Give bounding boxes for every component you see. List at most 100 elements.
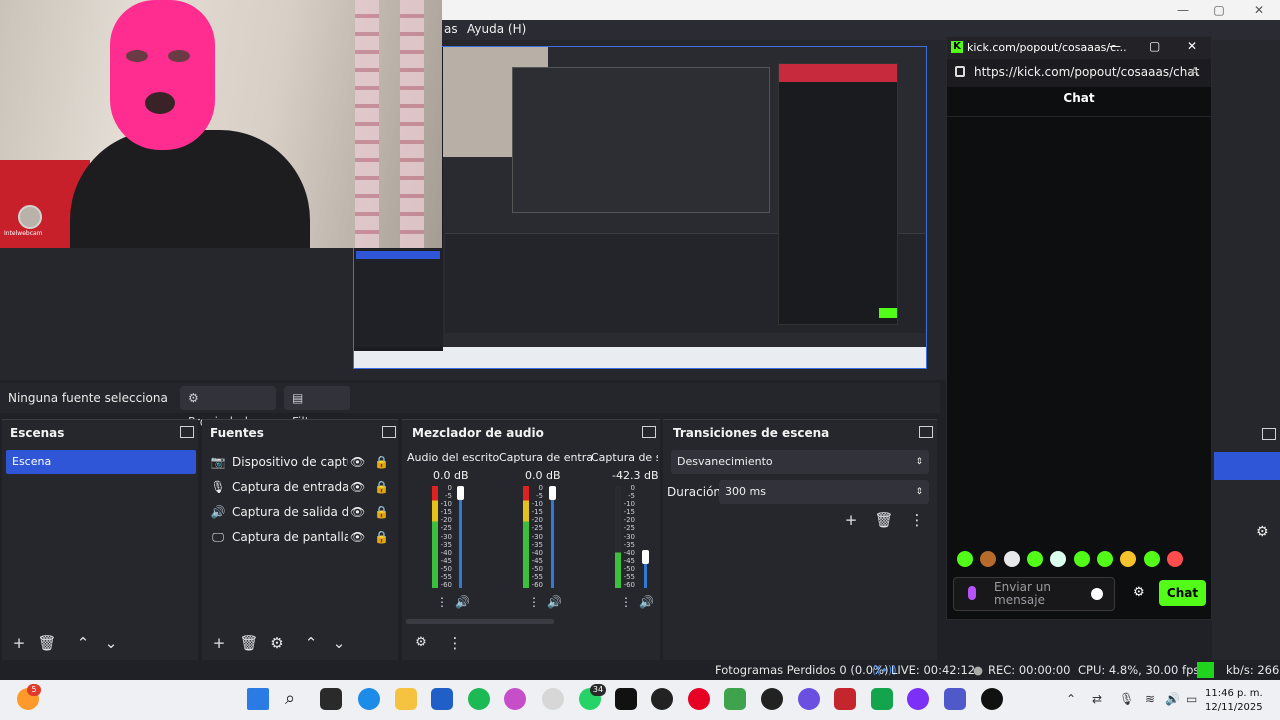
source-row[interactable]: 📷 Dispositivo de captura 👁 🔒 bbox=[210, 451, 390, 473]
emote-icon[interactable] bbox=[980, 551, 996, 567]
app-icon[interactable] bbox=[834, 688, 856, 710]
source-row[interactable]: 🔊 Captura de salida de a 👁 🔒 bbox=[210, 501, 390, 523]
close-button[interactable]: ✕ bbox=[1244, 2, 1274, 18]
filters-button[interactable]: ▤ Filtros bbox=[284, 386, 350, 429]
trash-icon[interactable]: 🗑 bbox=[36, 632, 58, 654]
float-icon[interactable] bbox=[642, 426, 656, 438]
emote-icon[interactable] bbox=[957, 551, 973, 567]
task-view-icon[interactable] bbox=[320, 688, 342, 710]
float-icon[interactable] bbox=[1262, 428, 1276, 440]
add-icon[interactable]: + bbox=[840, 509, 862, 531]
advanced-audio-gear-icon[interactable]: ⚙ bbox=[410, 632, 432, 654]
app-icon[interactable] bbox=[504, 688, 526, 710]
chat-settings-gear-icon[interactable]: ⚙ bbox=[1133, 585, 1145, 600]
store-icon[interactable] bbox=[431, 688, 453, 710]
duration-input[interactable]: 300 ms ⇕ bbox=[719, 480, 929, 504]
chevron-up-icon[interactable]: ⌃ bbox=[300, 632, 322, 654]
volume-track[interactable] bbox=[459, 486, 462, 588]
emote-icon[interactable] bbox=[1167, 551, 1183, 567]
volume-track[interactable] bbox=[551, 486, 554, 588]
chevron-up-icon[interactable]: ⌃ bbox=[72, 632, 94, 654]
capcut-icon[interactable] bbox=[615, 688, 637, 710]
spinner-icon[interactable]: ⇕ bbox=[915, 480, 923, 504]
emote-icon[interactable] bbox=[1074, 551, 1090, 567]
kebab-menu-icon[interactable]: ⋮ bbox=[528, 595, 540, 609]
chat-address-bar[interactable]: https://kick.com/popout/cosaaas/chat A bbox=[947, 59, 1211, 87]
emote-icon[interactable] bbox=[1027, 551, 1043, 567]
lock-icon[interactable]: 🔒 bbox=[374, 476, 389, 498]
volume-icon[interactable]: 🔊 bbox=[1165, 692, 1180, 706]
mic-icon[interactable] bbox=[968, 586, 976, 600]
pinterest-icon[interactable] bbox=[688, 688, 710, 710]
lock-icon[interactable]: 🔒 bbox=[374, 501, 389, 523]
app-icon[interactable] bbox=[761, 688, 783, 710]
speaker-icon[interactable]: 🔊 bbox=[547, 595, 562, 609]
menu-item-partial[interactable]: as bbox=[444, 22, 458, 36]
chat-maximize-button[interactable]: ▢ bbox=[1149, 39, 1160, 53]
source-row[interactable]: 🎙 Captura de entrada au 👁 🔒 bbox=[210, 476, 390, 498]
volume-slider-handle[interactable] bbox=[549, 486, 556, 500]
add-icon[interactable]: + bbox=[8, 632, 30, 654]
float-icon[interactable] bbox=[180, 426, 194, 438]
emoji-icon[interactable] bbox=[1091, 588, 1103, 600]
tray-app-icon[interactable]: ⇄ bbox=[1092, 692, 1102, 706]
app-icon[interactable] bbox=[651, 688, 673, 710]
app-icon[interactable] bbox=[871, 688, 893, 710]
minimize-button[interactable]: — bbox=[1168, 2, 1198, 18]
eye-icon[interactable]: 👁 bbox=[350, 476, 365, 498]
eye-icon[interactable]: 👁 bbox=[350, 526, 365, 548]
right-dock-selected-item[interactable] bbox=[1214, 452, 1280, 480]
eye-icon[interactable]: 👁 bbox=[350, 501, 365, 523]
right-dock-gear-icon[interactable]: ⚙ bbox=[1256, 524, 1269, 540]
search-icon[interactable]: ⌕ bbox=[285, 688, 295, 709]
emote-icon[interactable] bbox=[1120, 551, 1136, 567]
maximize-button[interactable]: ▢ bbox=[1204, 2, 1234, 18]
chat-message-input[interactable]: Enviar un mensaje bbox=[953, 577, 1115, 611]
headphones-icon[interactable] bbox=[907, 688, 929, 710]
file-explorer-icon[interactable] bbox=[395, 688, 417, 710]
volume-slider-handle[interactable] bbox=[457, 486, 464, 500]
emote-icon[interactable] bbox=[1144, 551, 1160, 567]
app-icon[interactable] bbox=[981, 688, 1003, 710]
edge-icon[interactable] bbox=[358, 688, 380, 710]
float-icon[interactable] bbox=[919, 426, 933, 438]
mic-tray-icon[interactable]: 🎙 bbox=[1119, 692, 1134, 706]
kebab-menu-icon[interactable]: ⋮ bbox=[906, 509, 928, 531]
windows-start-icon[interactable] bbox=[247, 688, 269, 710]
add-icon[interactable]: + bbox=[208, 632, 230, 654]
chat-send-button[interactable]: Chat bbox=[1159, 580, 1206, 606]
emote-icon[interactable] bbox=[1004, 551, 1020, 567]
battery-icon[interactable]: ▭ bbox=[1186, 692, 1197, 706]
source-row[interactable]: 🖵 Captura de pantalla 2 👁 🔒 bbox=[210, 526, 390, 548]
obs-icon[interactable] bbox=[542, 688, 564, 710]
gear-icon[interactable]: ⚙ bbox=[266, 632, 288, 654]
eye-icon[interactable]: 👁 bbox=[350, 451, 365, 473]
scene-item[interactable]: Escena bbox=[6, 450, 196, 474]
wifi-icon[interactable]: ≋ bbox=[1145, 692, 1155, 706]
trash-icon[interactable]: 🗑 bbox=[238, 632, 260, 654]
kebab-menu-icon[interactable]: ⋮ bbox=[436, 595, 448, 609]
chevron-down-icon[interactable]: ⌄ bbox=[328, 632, 350, 654]
taskbar-clock[interactable]: 11:46 p. m. 12/11/2025 bbox=[1205, 687, 1263, 715]
mixer-scrollbar[interactable] bbox=[406, 619, 554, 624]
transition-select[interactable]: Desvanecimiento ⇕ bbox=[671, 450, 929, 474]
reader-mode-icon[interactable]: A bbox=[1191, 65, 1199, 78]
lock-icon[interactable]: 🔒 bbox=[374, 526, 389, 548]
speaker-icon[interactable]: 🔊 bbox=[455, 595, 470, 609]
trash-icon[interactable]: 🗑 bbox=[873, 509, 895, 531]
menu-item-help[interactable]: Ayuda (H) bbox=[467, 22, 526, 36]
chat-minimize-button[interactable]: — bbox=[1109, 39, 1121, 53]
chat-close-button[interactable]: ✕ bbox=[1187, 39, 1197, 53]
volume-slider-handle[interactable] bbox=[642, 550, 649, 564]
kebab-menu-icon[interactable]: ⋮ bbox=[444, 632, 466, 654]
chevron-down-icon[interactable]: ⌄ bbox=[100, 632, 122, 654]
properties-button[interactable]: ⚙ Propiedades bbox=[180, 386, 276, 429]
kebab-menu-icon[interactable]: ⋮ bbox=[620, 595, 632, 609]
emote-icon[interactable] bbox=[1050, 551, 1066, 567]
teams-icon[interactable] bbox=[944, 688, 966, 710]
app-icon[interactable] bbox=[798, 688, 820, 710]
app-icon[interactable] bbox=[724, 688, 746, 710]
float-icon[interactable] bbox=[382, 426, 396, 438]
speaker-icon[interactable]: 🔊 bbox=[639, 595, 654, 609]
chevron-up-icon[interactable]: ⌃ bbox=[1066, 692, 1076, 706]
